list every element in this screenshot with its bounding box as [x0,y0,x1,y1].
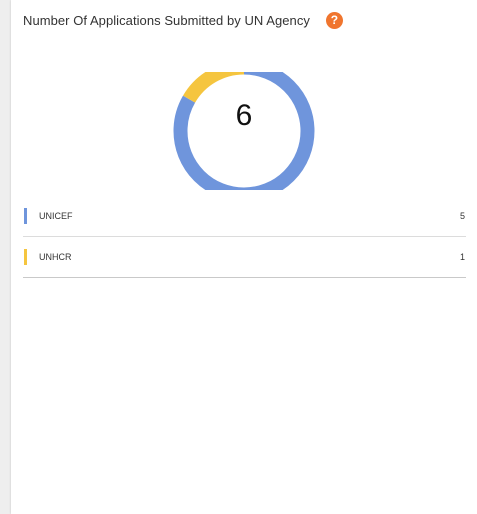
legend-swatch [24,208,27,224]
legend-item-unicef[interactable]: UNICEF 5 [23,196,466,237]
legend-swatch [24,249,27,265]
chart-legend: UNICEF 5 UNHCR 1 [23,196,466,278]
card-header: Number Of Applications Submitted by UN A… [23,10,343,30]
chart-card: Number Of Applications Submitted by UN A… [11,0,477,514]
legend-label: UNICEF [39,211,73,221]
legend-value: 1 [459,252,465,262]
donut-total: 6 [235,99,253,132]
chart-title: Number Of Applications Submitted by UN A… [23,12,310,28]
legend-item-unhcr[interactable]: UNHCR 1 [23,237,466,278]
legend-label: UNHCR [39,252,72,262]
help-icon[interactable]: ? [325,11,343,29]
legend-value: 5 [459,211,465,221]
donut-chart: 6 [171,72,317,190]
